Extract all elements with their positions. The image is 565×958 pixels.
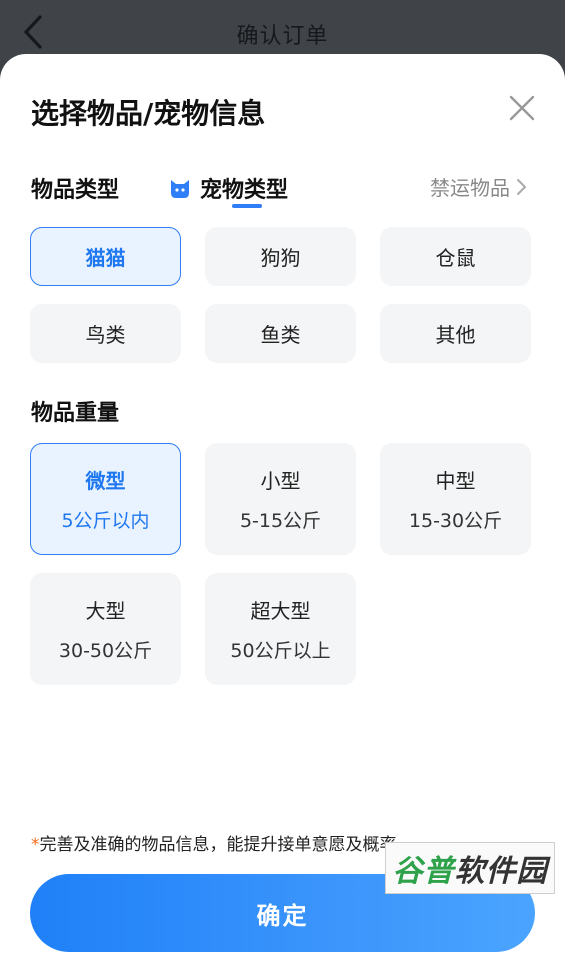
- pet-option-cat[interactable]: 猫猫: [30, 227, 181, 286]
- pet-option-label: 鸟类: [85, 323, 126, 347]
- info-tip: *完善及准确的物品信息，能提升接单意愿及概率: [31, 830, 397, 855]
- pet-option-label: 仓鼠: [435, 246, 476, 270]
- weight-option-mini[interactable]: 微型 5公斤以内: [30, 443, 181, 555]
- tab-pet-type-label: 宠物类型: [200, 178, 289, 203]
- watermark-part2: 软件园: [454, 854, 548, 889]
- weight-option-range: 5公斤以内: [61, 510, 150, 532]
- weight-option-label: 微型: [85, 469, 126, 493]
- close-icon: [509, 95, 535, 121]
- close-button[interactable]: [508, 94, 536, 122]
- sheet-title: 选择物品/宠物信息: [31, 97, 266, 130]
- pet-option-fish[interactable]: 鱼类: [205, 304, 356, 363]
- weight-option-range: 50公斤以上: [230, 640, 331, 662]
- weight-option-range: 15-30公斤: [408, 510, 503, 532]
- required-star: *: [31, 835, 40, 855]
- weight-option-label: 中型: [435, 469, 476, 493]
- chevron-right-icon: [517, 178, 526, 195]
- pet-option-label: 其他: [435, 323, 476, 347]
- pet-option-hamster[interactable]: 仓鼠: [380, 227, 531, 286]
- weight-option-small[interactable]: 小型 5-15公斤: [205, 443, 356, 555]
- weight-option-label: 小型: [260, 469, 301, 493]
- forbidden-items-label: 禁运物品: [430, 176, 510, 200]
- pet-option-bird[interactable]: 鸟类: [30, 304, 181, 363]
- watermark-part1: 谷普: [392, 854, 455, 889]
- weight-section-label: 物品重量: [31, 401, 120, 426]
- pet-info-sheet: 选择物品/宠物信息 物品类型 宠物类型 禁运物品 猫猫 狗狗 仓鼠 鸟类 鱼类: [0, 54, 565, 958]
- top-bar: 确认订单: [0, 0, 565, 60]
- tab-pet-type[interactable]: 宠物类型: [168, 168, 288, 208]
- pet-option-label: 猫猫: [85, 246, 126, 270]
- info-tip-text: 完善及准确的物品信息，能提升接单意愿及概率: [39, 835, 397, 855]
- pet-option-dog[interactable]: 狗狗: [205, 227, 356, 286]
- weight-option-medium[interactable]: 中型 15-30公斤: [380, 443, 531, 555]
- pet-option-other[interactable]: 其他: [380, 304, 531, 363]
- weight-option-label: 超大型: [250, 599, 311, 623]
- weight-option-label: 大型: [85, 599, 126, 623]
- weight-option-range: 5-15公斤: [239, 510, 322, 532]
- pet-option-label: 狗狗: [260, 246, 301, 270]
- watermark-logo: 谷普 软件园: [385, 842, 555, 894]
- weight-option-range: 30-50公斤: [58, 640, 153, 662]
- weight-option-xlarge[interactable]: 超大型 50公斤以上: [205, 573, 356, 685]
- page-title: 确认订单: [236, 24, 329, 49]
- active-tab-indicator: [232, 204, 262, 208]
- forbidden-items-link[interactable]: 禁运物品: [430, 172, 528, 201]
- tab-item-type[interactable]: 物品类型: [31, 172, 119, 204]
- cat-icon: [171, 180, 189, 198]
- pet-option-label: 鱼类: [260, 323, 301, 347]
- weight-option-large[interactable]: 大型 30-50公斤: [30, 573, 181, 685]
